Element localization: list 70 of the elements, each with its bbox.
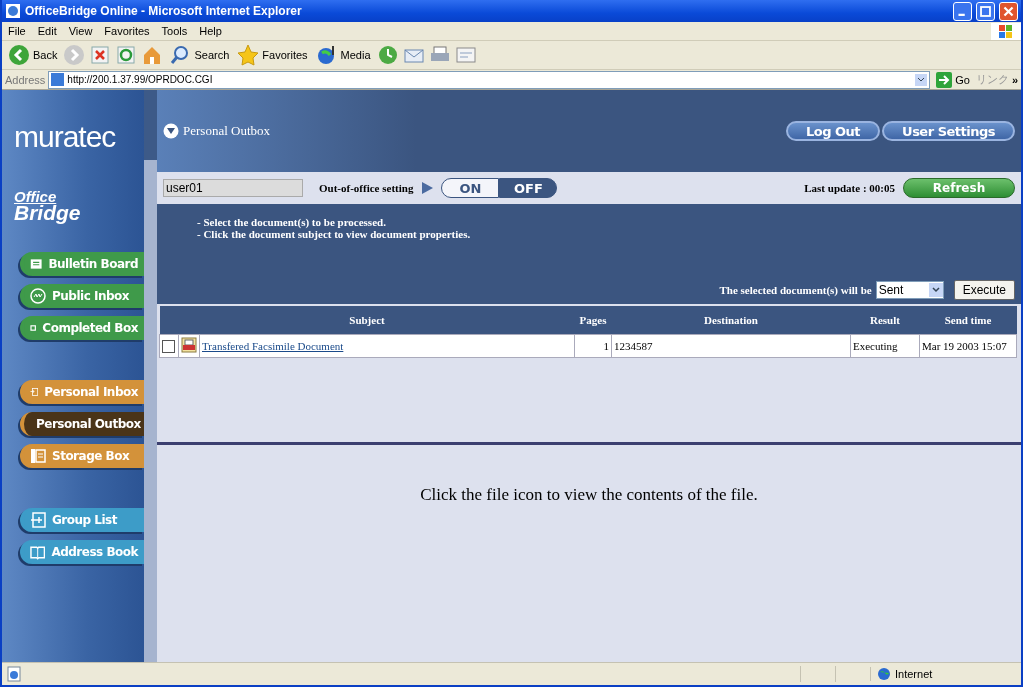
fax-icon[interactable]: [181, 337, 197, 353]
sidebar-item[interactable]: Completed Box: [20, 316, 144, 341]
subject-link[interactable]: Transfered Facsimile Document: [202, 340, 344, 352]
address-label: Address: [5, 73, 46, 86]
table-cell: 1234587: [611, 334, 851, 358]
column-header: Destination: [611, 306, 851, 335]
toolbar-label[interactable]: Back: [33, 49, 58, 61]
toolbar-button[interactable]: Media: [313, 43, 373, 67]
execute-button[interactable]: Execute: [953, 280, 1015, 300]
book-icon[interactable]: [30, 544, 46, 561]
instruction-text: - Select the document(s) to be processed.: [197, 216, 387, 228]
sidebar-item[interactable]: Bulletin Board: [20, 252, 144, 277]
page-icon: [51, 73, 65, 86]
last-update: Last update : 00:05: [804, 182, 895, 194]
sidebar-item[interactable]: Public Inbox: [20, 284, 144, 309]
list-icon[interactable]: [30, 448, 46, 465]
star-icon[interactable]: [237, 44, 260, 66]
window-title: OfficeBridge Online - Microsoft Internet Explorer: [25, 4, 303, 18]
menu-item[interactable]: Help: [193, 25, 228, 37]
more-button[interactable]: »: [1011, 73, 1018, 86]
brand-logo: muratec: [13, 120, 116, 154]
menu-item[interactable]: Tools: [155, 25, 194, 37]
go-button[interactable]: Go: [933, 71, 973, 88]
out-of-office-label: Out-of-office setting: [319, 182, 414, 194]
user-field[interactable]: user01: [163, 179, 303, 197]
toolbar-label[interactable]: Search: [194, 49, 230, 61]
page-title: Personal Outbox: [183, 123, 271, 139]
sidebar-item[interactable]: Personal Outbox: [20, 412, 144, 437]
toolbar-label[interactable]: Media: [340, 49, 371, 61]
group-icon[interactable]: [30, 512, 46, 529]
history-icon[interactable]: [376, 44, 399, 66]
arrow-icon[interactable]: [936, 71, 953, 88]
zone-indicator: Internet: [870, 667, 1017, 681]
toolbar-button[interactable]: Search: [167, 43, 232, 67]
menu-item[interactable]: Edit: [31, 25, 63, 37]
browser-icon: [5, 3, 21, 19]
menu-item[interactable]: File: [2, 25, 32, 37]
column-header: Pages: [574, 306, 612, 335]
column-header: Result: [850, 306, 920, 335]
column-header: Subject: [159, 306, 575, 335]
stop-icon[interactable]: [89, 44, 112, 66]
table-cell: 1: [574, 334, 612, 358]
row-checkbox[interactable]: [162, 339, 175, 353]
action-label: The selected document(s) will be: [719, 284, 872, 296]
maximize-icon[interactable]: [976, 1, 995, 21]
close-icon[interactable]: [999, 1, 1018, 21]
page-icon: [6, 666, 22, 682]
play-icon: [421, 182, 434, 194]
toolbar-button[interactable]: Back: [6, 43, 60, 67]
toggle-option[interactable]: ON: [441, 178, 500, 198]
windows-logo-icon: [991, 22, 1021, 40]
instruction-text: - Click the document subject to view document properties.: [197, 228, 472, 240]
minimize-icon[interactable]: [953, 1, 972, 21]
new-badge-icon[interactable]: [30, 288, 46, 305]
toggle-option[interactable]: OFF: [499, 178, 558, 198]
toolbar-label[interactable]: Favorites: [262, 49, 308, 61]
action-dropdown[interactable]: Sent: [875, 281, 944, 299]
header-button[interactable]: User Settings: [882, 121, 1015, 141]
address-field[interactable]: http://200.1.37.99/OPRDOC.CGI: [48, 70, 931, 89]
toolbar-button[interactable]: Favorites: [235, 43, 310, 67]
menu-item[interactable]: View: [62, 25, 99, 37]
column-header: Send time: [919, 306, 1017, 335]
header-button[interactable]: Log Out: [786, 121, 881, 141]
table-cell: Mar 19 2003 15:07: [919, 334, 1017, 358]
menu-item[interactable]: Favorites: [98, 25, 156, 37]
hint-message: Click the file icon to view the contents of the file.: [419, 485, 759, 505]
table-cell: Executing: [850, 334, 920, 358]
refresh-icon[interactable]: [115, 44, 138, 66]
edit-icon[interactable]: [454, 44, 477, 66]
product-logo: Office Bridge: [14, 190, 81, 223]
